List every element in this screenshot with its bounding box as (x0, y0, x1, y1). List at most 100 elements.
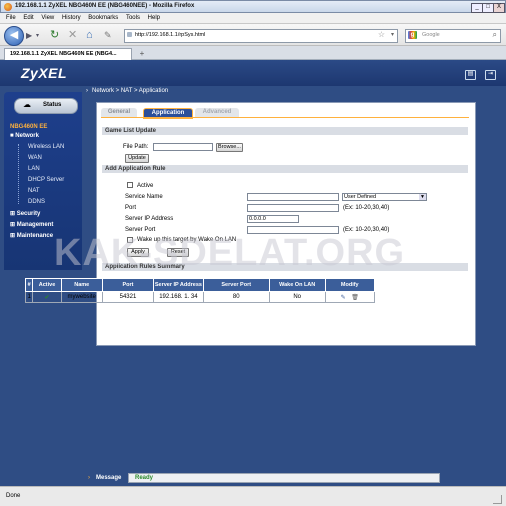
active-checkbox[interactable] (127, 182, 133, 188)
search-placeholder: Google (422, 32, 440, 38)
message-text: Ready (135, 475, 154, 481)
tab-strip: 192.168.1.1 ZyXEL NBG460N EE (NBG4... + (0, 46, 506, 60)
message-arrow-icon: › (88, 475, 90, 481)
server-port-input[interactable] (247, 226, 339, 234)
home-icon[interactable]: ⌂ (86, 29, 93, 41)
url-dropdown-icon[interactable]: ▾ (391, 31, 394, 38)
logout-icon[interactable]: ⇥ (485, 70, 496, 80)
browse-button[interactable]: Browse... (216, 143, 243, 152)
firefox-icon (4, 3, 12, 11)
port-label: Port (125, 205, 137, 211)
reset-button[interactable]: Reset (167, 248, 189, 257)
url-text: http://192.168.1.1/rpSys.html (135, 32, 206, 38)
delete-icon[interactable]: 🗑 (351, 295, 359, 301)
status-label: Status (43, 102, 62, 108)
file-path-input[interactable] (153, 143, 213, 151)
sidebar-item-management[interactable]: ⊞ Management (10, 221, 53, 228)
message-bar: › Message Ready (82, 473, 442, 484)
service-name-label: Service Name (125, 194, 163, 200)
status-button[interactable]: ☁ Status (14, 98, 78, 114)
menu-bar: File Edit View History Bookmarks Tools H… (0, 13, 506, 24)
chevron-down-icon: ▼ (419, 194, 426, 200)
menu-edit[interactable]: Edit (23, 15, 33, 21)
tab-advanced[interactable]: Advanced (195, 108, 239, 117)
menu-bookmarks[interactable]: Bookmarks (88, 15, 118, 21)
wake-on-lan-label: Wake up this target by Wake On LAN (137, 237, 237, 243)
column-header: Name (60, 278, 103, 292)
update-button[interactable]: Update (125, 154, 149, 163)
column-header: Server IP Address (153, 278, 204, 292)
close-button[interactable]: X (493, 3, 505, 13)
column-header: Modify (324, 278, 376, 292)
column-header: Server Port (202, 278, 270, 292)
sidebar-item-network[interactable]: ■ Network (10, 133, 39, 139)
port-input[interactable] (247, 204, 339, 212)
reload-icon[interactable]: ↻ (50, 29, 59, 41)
forward-icon[interactable]: ▶ (26, 30, 32, 42)
add-rule-section-header: Add Application Rule (102, 165, 468, 173)
star-icon[interactable]: ☆ (378, 30, 385, 39)
device-name: NBG460N EE (10, 124, 48, 130)
bookmark-tag-icon[interactable]: ✎ (104, 29, 112, 41)
file-path-label: File Path: (123, 144, 149, 150)
service-select-value: User Defined (344, 194, 377, 200)
page-icon (127, 32, 132, 37)
menu-history[interactable]: History (62, 15, 81, 21)
history-dropdown-icon[interactable]: ▾ (36, 30, 39, 42)
tab-general[interactable]: General (101, 108, 137, 117)
service-name-input[interactable] (247, 193, 339, 201)
active-label: Active (137, 183, 154, 189)
server-ip-label: Server IP Address (125, 216, 174, 222)
breadcrumb-arrow-icon: › (86, 88, 88, 94)
sidebar-item-ddns[interactable]: DDNS (28, 199, 45, 205)
sidebar-item-security-label: Security (16, 211, 41, 217)
row-server-port: 80 (202, 291, 270, 303)
row-port: 54321 (101, 291, 155, 303)
search-box[interactable]: g Google ⌕ (405, 29, 501, 43)
back-icon[interactable]: ◀ (4, 26, 24, 46)
sidebar-item-network-label: Network (15, 133, 39, 139)
row-number: 1 (24, 291, 34, 303)
menu-help[interactable]: Help (148, 15, 160, 21)
wizard-icon[interactable]: ▤ (465, 70, 476, 80)
message-box: Ready (128, 473, 440, 483)
apply-button[interactable]: Apply (127, 248, 149, 257)
resize-grip-icon[interactable] (493, 495, 502, 504)
status-icon: ☁ (23, 100, 31, 109)
sidebar-item-maintenance[interactable]: ⊞ Maintenance (10, 232, 53, 239)
column-header: Port (101, 278, 155, 292)
search-icon[interactable]: ⌕ (493, 30, 497, 40)
navigation-toolbar: ◀ ▶ ▾ ↻ ✕ ⌂ ✎ http://192.168.1.1/rpSys.h… (0, 24, 506, 46)
sidebar-item-wan[interactable]: WAN (28, 155, 42, 161)
sidebar-item-wireless-lan[interactable]: Wireless LAN (28, 144, 64, 150)
server-ip-input[interactable] (247, 215, 299, 223)
browser-status-bar: Done (0, 486, 506, 506)
browser-tab[interactable]: 192.168.1.1 ZyXEL NBG460N EE (NBG4... (4, 48, 132, 60)
window-title-bar: 192.168.1.1 ZyXEL NBG460N EE (NBG460NEE)… (0, 0, 506, 13)
sidebar-item-nat[interactable]: NAT (28, 188, 40, 194)
sidebar-item-lan[interactable]: LAN (28, 166, 40, 172)
google-icon: g (408, 31, 417, 39)
edit-icon[interactable]: ✎ (341, 295, 346, 301)
row-name: mywebsite (60, 291, 103, 303)
menu-tools[interactable]: Tools (126, 15, 140, 21)
message-label: Message (96, 475, 122, 481)
router-page: ZyXEL ▤ ⇥ › Network > NAT > Application … (0, 60, 506, 486)
tree-line (18, 144, 20, 204)
menu-file[interactable]: File (6, 15, 16, 21)
zyxel-logo: ZyXEL (21, 65, 68, 81)
new-tab-button[interactable]: + (136, 49, 148, 59)
summary-section-header: Application Rules Summary (102, 263, 468, 271)
stop-icon[interactable]: ✕ (68, 29, 77, 41)
menu-view[interactable]: View (41, 15, 54, 21)
address-bar[interactable]: http://192.168.1.1/rpSys.html ☆ ▾ (124, 29, 398, 43)
breadcrumb-bar: › Network > NAT > Application (82, 86, 506, 98)
sidebar-item-dhcp-server[interactable]: DHCP Server (28, 177, 64, 183)
active-status-icon: ✔ (32, 291, 62, 303)
sidebar-item-security[interactable]: ⊞ Security (10, 210, 40, 217)
column-header: # (24, 278, 34, 292)
row-server-ip: 192.168. 1. 34 (153, 291, 204, 303)
wake-on-lan-checkbox[interactable] (127, 237, 133, 243)
content-panel: General Application Advanced Game List U… (96, 102, 476, 346)
service-select[interactable]: User Defined ▼ (342, 193, 427, 201)
